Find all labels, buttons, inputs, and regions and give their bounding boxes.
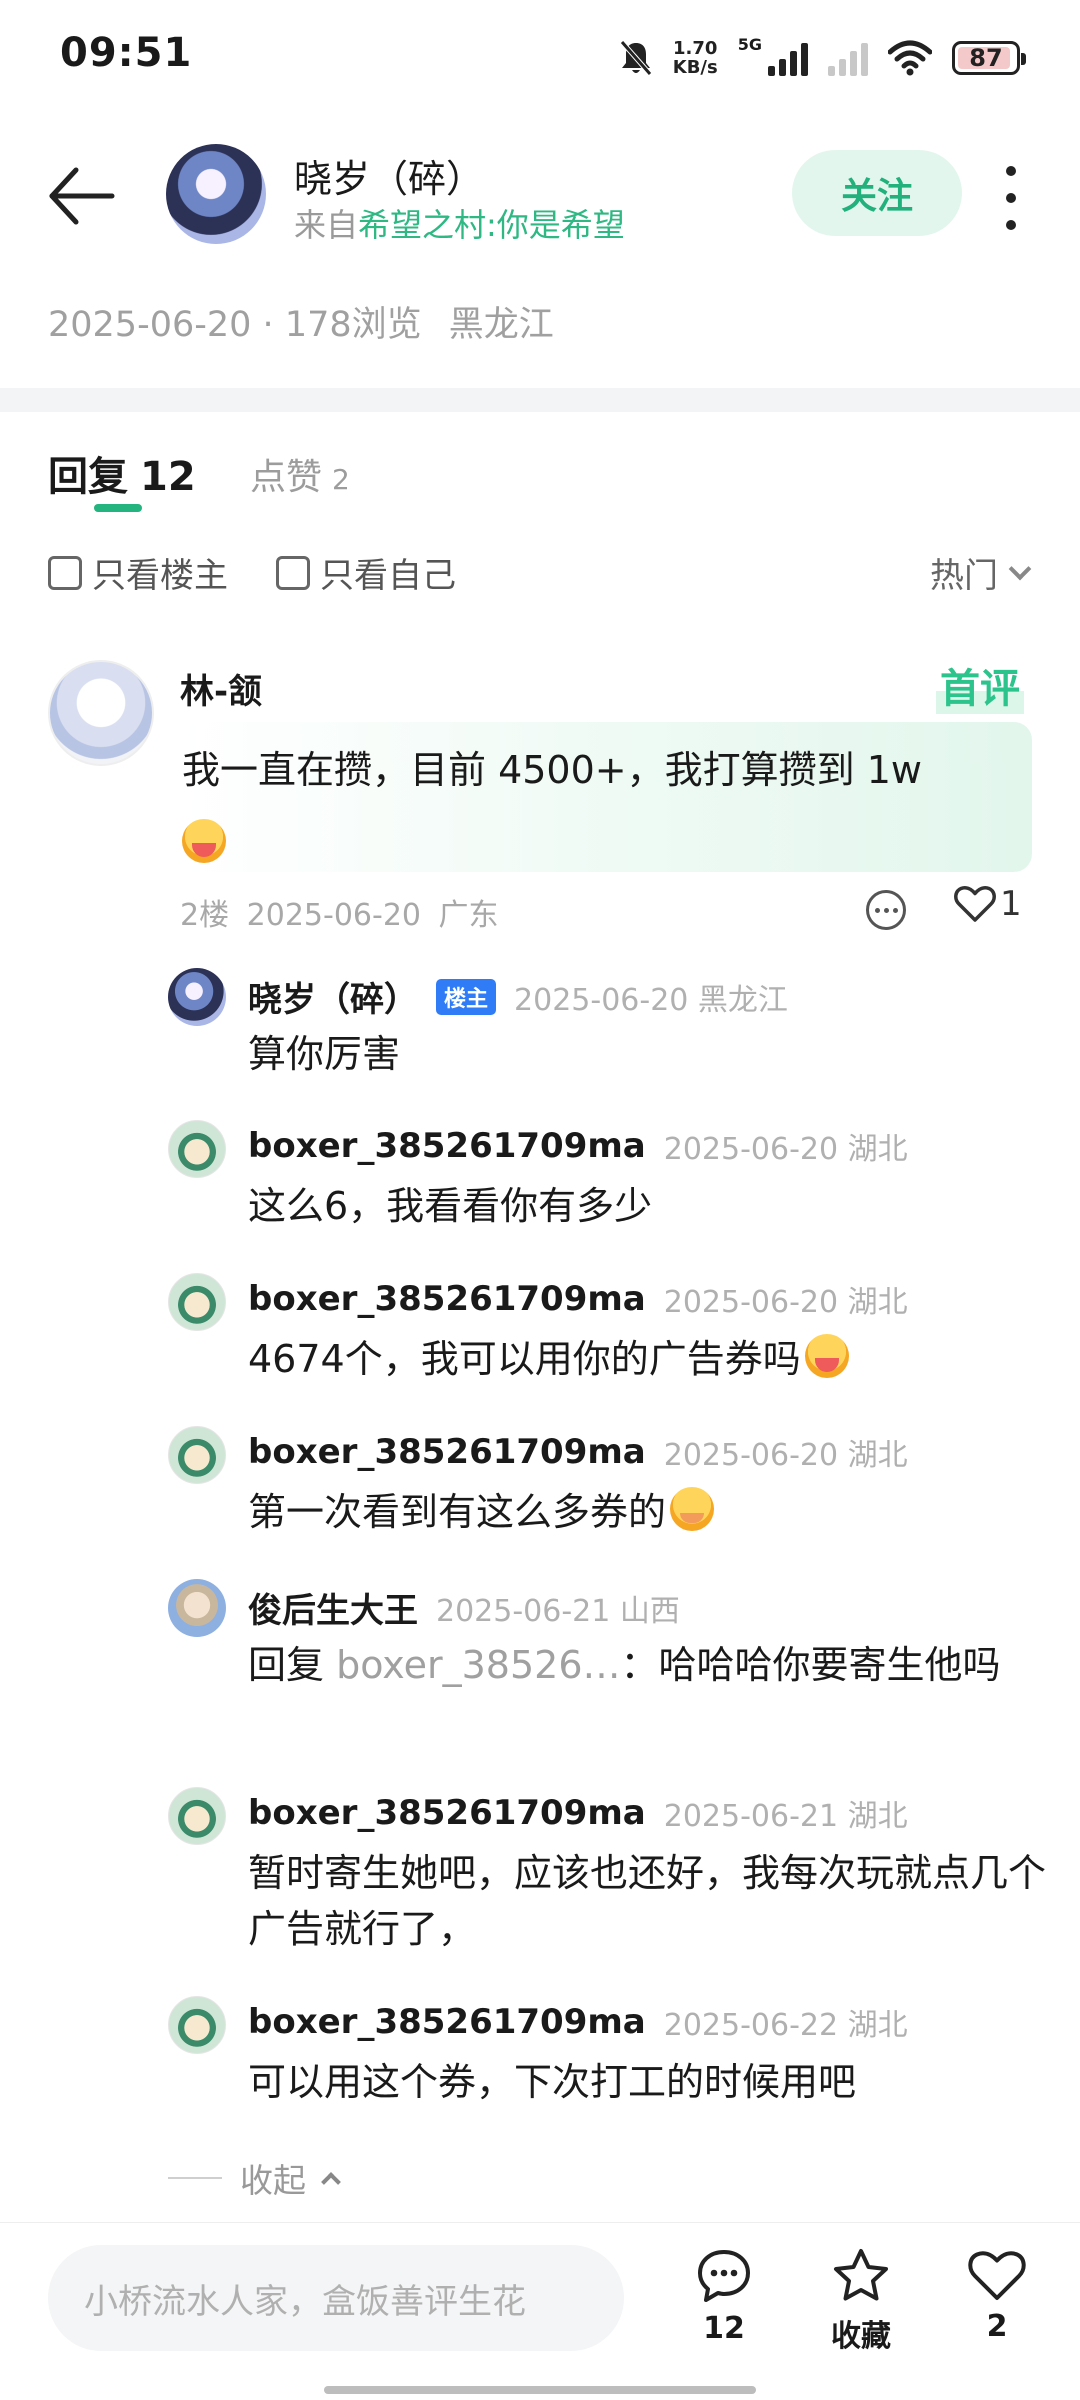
only-op-checkbox[interactable] [48,555,82,590]
more-options-icon[interactable] [996,158,1026,238]
meta-separator: · [262,305,285,345]
avatar[interactable] [168,1787,226,1845]
sort-dropdown[interactable]: 热门 [930,548,1032,597]
only-me-filter[interactable]: 只看自己 [276,548,456,597]
home-indicator[interactable] [324,2386,756,2394]
reply-meta: 2025-06-21 湖北 [663,1799,908,1834]
tab-likes[interactable]: 点赞 2 [250,448,350,500]
signal-2-icon [828,40,868,76]
avatar[interactable] [168,1273,226,1331]
reply-item[interactable]: 俊后生大王 2025-06-21 山西 回复 boxer_38526…：哈哈哈你… [168,1579,1048,1749]
first-comment-badge: 首评 [936,656,1024,714]
status-time: 09:51 [60,30,193,76]
avatar[interactable] [168,1426,226,1484]
reply-meta: 2025-06-20 黑龙江 [514,982,788,1018]
bottom-action-bar: 小桥流水人家，盒饭善评生花 12 收藏 2 [0,2222,1080,2400]
reply-text: 4674个，我可以用你的广告券吗 [248,1331,1048,1387]
author-avatar[interactable] [166,144,266,244]
post-date: 2025-06-20 [48,305,252,345]
commenter-name[interactable]: 林-颔 [180,664,262,713]
section-divider [0,388,1080,412]
only-me-checkbox[interactable] [276,555,310,590]
reply-item[interactable]: 晓岁（碎） 楼主 2025-06-20 黑龙江 算你厉害 [168,968,1048,1078]
reply-bubble-icon[interactable] [866,890,906,930]
reply-target-link[interactable]: boxer_38526… [336,1643,620,1687]
reply-meta: 2025-06-21 山西 [436,1593,680,1629]
reply-meta: 2025-06-22 湖北 [663,2008,908,2043]
reply-item[interactable]: boxer_385261709ma 2025-06-22 湖北 可以用这个券，下… [168,1996,1048,2106]
status-bar: 09:51 1.70 KB/s 5G 87 [0,0,1080,112]
comment-count-button[interactable]: 12 [679,2247,769,2346]
mute-bell-icon [619,40,652,76]
reply-text: 算你厉害 [248,1032,401,1076]
back-arrow-icon[interactable] [44,158,120,234]
reply-author[interactable]: boxer_385261709ma [248,1279,646,1319]
heart-icon [954,885,996,922]
network-type: 5G [737,34,762,54]
hug-emoji-icon [804,1334,849,1378]
op-badge: 楼主 [436,978,497,1015]
reply-meta: 2025-06-20 湖北 [663,1285,908,1320]
star-icon [834,2249,888,2301]
chevron-down-icon [1008,557,1032,580]
status-icons: 1.70 KB/s 5G 87 [619,32,1026,84]
chevron-up-icon [321,2172,341,2192]
comment-bubble[interactable]: 我一直在攒，目前 4500+，我打算攒到 1w [180,722,1032,872]
reply-author[interactable]: 俊后生大王 [248,1583,418,1632]
reply-item[interactable]: boxer_385261709ma 2025-06-20 湖北 这么6，我看看你… [168,1120,1048,1230]
post-header: 晓岁（碎） 来自希望之村:你是希望 关注 [0,130,1080,260]
reply-item[interactable]: boxer_385261709ma 2025-06-21 湖北 暂时寄生她吧，应… [168,1787,1048,1957]
comment-input[interactable]: 小桥流水人家，盒饭善评生花 [48,2245,624,2351]
avatar[interactable] [168,1579,226,1637]
commenter-avatar[interactable] [48,660,154,766]
hug-emoji-icon [182,818,226,863]
reply-author[interactable]: boxer_385261709ma [248,2002,646,2042]
net-speed: 1.70 KB/s [672,38,718,78]
reply-meta: 2025-06-20 湖北 [663,1438,908,1473]
reply-text: 暂时寄生她吧，应该也还好，我每次玩就点几个广告就行了， [248,1851,1047,1951]
signal-icon [768,40,808,76]
author-name[interactable]: 晓岁（碎） [294,148,484,203]
reply-author[interactable]: boxer_385261709ma [248,1126,646,1166]
shy-emoji-icon [670,1487,715,1531]
comment-like-button[interactable]: 1 [954,884,1022,924]
post-meta: 2025-06-20 · 178浏览 黑龙江 [48,296,554,347]
like-button[interactable]: 2 [952,2247,1042,2344]
reply-item[interactable]: boxer_385261709ma 2025-06-20 湖北 4674个，我可… [168,1273,1048,1383]
reply-text: 这么6，我看看你有多少 [248,1184,653,1228]
heart-icon [968,2251,1026,2300]
reply-author[interactable]: boxer_385261709ma [248,1793,646,1833]
battery-icon: 87 [952,41,1026,75]
author-origin: 来自希望之村:你是希望 [294,206,625,244]
group-link[interactable]: 希望之村:你是希望 [358,206,625,244]
avatar[interactable] [168,1996,226,2054]
avatar[interactable] [168,1120,226,1178]
reply-text: 第一次看到有这么多券的 [248,1484,1048,1540]
reply-author[interactable]: 晓岁（碎） [248,972,418,1021]
follow-button[interactable]: 关注 [792,150,962,236]
reply-text: 可以用这个券，下次打工的时候用吧 [248,2060,857,2104]
active-tab-indicator [94,504,142,512]
favorite-button[interactable]: 收藏 [816,2247,906,2355]
only-op-filter[interactable]: 只看楼主 [48,548,228,597]
reply-item[interactable]: boxer_385261709ma 2025-06-20 湖北 第一次看到有这么… [168,1426,1048,1536]
comment-meta: 2楼 2025-06-20 广东 [180,898,499,933]
wifi-icon [888,40,932,76]
post-location: 黑龙江 [448,305,554,345]
tab-replies[interactable]: 回复 12 [48,444,196,502]
reply-author[interactable]: boxer_385261709ma [248,1432,646,1472]
collapse-replies-button[interactable]: 收起 [168,2154,341,2202]
post-views: 178浏览 [284,305,422,345]
comment-text: 我一直在攒，目前 4500+，我打算攒到 1w [182,736,1030,872]
comment-icon [698,2250,750,2302]
collapse-line [168,2177,222,2179]
reply-meta: 2025-06-20 湖北 [663,1132,908,1167]
avatar[interactable] [168,968,226,1026]
reply-text: 回复 boxer_38526…：哈哈哈你要寄生他吗 [248,1643,1001,1687]
